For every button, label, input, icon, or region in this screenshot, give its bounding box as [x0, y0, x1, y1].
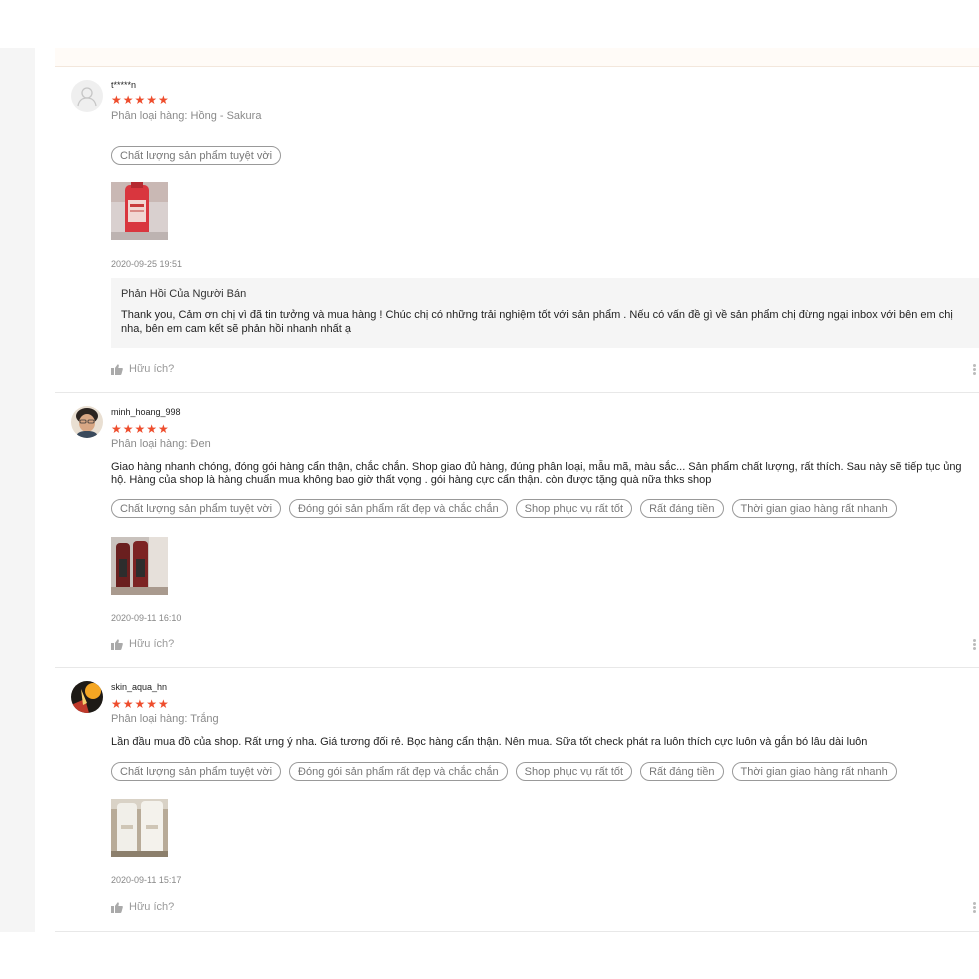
review-item: t*****n ★★★★★ Phân loại hàng: Hồng - Sak…	[55, 67, 979, 393]
review-tag: Thời gian giao hàng rất nhanh	[731, 762, 897, 781]
helpful-label: Hữu ích?	[129, 901, 175, 913]
review-timestamp: 2020-09-11 15:17	[111, 875, 182, 885]
review-timestamp: 2020-09-11 16:10	[111, 613, 182, 623]
helpful-label: Hữu ích?	[129, 363, 175, 375]
review-tag: Shop phục vụ rất tốt	[515, 499, 633, 518]
review-tag: Chất lượng sản phẩm tuyệt vời	[111, 146, 282, 165]
review-photo[interactable]	[111, 799, 168, 857]
review-tag: Rất đáng tiền	[640, 762, 724, 781]
review-username[interactable]: skin_aqua_hn	[111, 682, 167, 692]
review-tag: Thời gian giao hàng rất nhanh	[731, 499, 897, 518]
variation-label: Phân loại hàng: Đen	[111, 438, 211, 450]
review-username[interactable]: minh_hoang_998	[111, 407, 181, 417]
review-item: skin_aqua_hn ★★★★★ Phân loại hàng: Trắng…	[55, 667, 979, 932]
review-tag: Đóng gói sản phẩm rất đẹp và chắc chắn	[289, 499, 508, 518]
review-tag: Shop phục vụ rất tốt	[515, 762, 633, 781]
seller-reply-title: Phản Hồi Của Người Bán	[121, 288, 247, 300]
review-photo[interactable]	[111, 182, 168, 240]
thumbs-up-icon	[111, 901, 123, 913]
avatar[interactable]	[71, 681, 103, 713]
avatar-placeholder-icon[interactable]	[71, 80, 103, 112]
review-comment: Giao hàng nhanh chóng, đóng gói hàng cẩn…	[111, 461, 962, 486]
more-options-icon[interactable]	[973, 901, 979, 914]
review-tags: Chất lượng sản phẩm tuyệt vời Đóng gói s…	[111, 762, 897, 781]
rating-stars: ★★★★★	[111, 697, 170, 711]
variation-label: Phân loại hàng: Hồng - Sakura	[111, 110, 262, 122]
seller-reply: Phản Hồi Của Người Bán Thank you, Cảm ơn…	[111, 278, 979, 348]
review-tag: Rất đáng tiền	[640, 499, 724, 518]
review-timestamp: 2020-09-25 19:51	[111, 259, 183, 269]
review-photo[interactable]	[111, 537, 168, 595]
helpful-button[interactable]: Hữu ích?	[111, 638, 174, 650]
review-item: minh_hoang_998 ★★★★★ Phân loại hàng: Đen…	[55, 392, 979, 668]
previous-section-band	[55, 48, 979, 67]
variation-label: Phân loại hàng: Trắng	[111, 713, 219, 725]
review-tag: Đóng gói sản phẩm rất đẹp và chắc chắn	[289, 762, 508, 781]
helpful-button[interactable]: Hữu ích?	[111, 901, 174, 913]
review-tag: Chất lượng sản phẩm tuyệt vời	[111, 499, 282, 518]
more-options-icon[interactable]	[973, 638, 979, 651]
helpful-button[interactable]: Hữu ích?	[111, 363, 174, 375]
review-username[interactable]: t*****n	[111, 80, 136, 90]
thumbs-up-icon	[111, 363, 123, 375]
review-tag: Chất lượng sản phẩm tuyệt vời	[111, 762, 282, 781]
helpful-label: Hữu ích?	[129, 638, 175, 650]
review-tags: Chất lượng sản phẩm tuyệt vời	[111, 146, 282, 165]
avatar[interactable]	[71, 406, 103, 438]
seller-reply-text: Thank you, Cảm ơn chị vì đã tin tưởng và…	[121, 309, 953, 335]
left-rail	[0, 48, 35, 932]
review-comment: Lần đầu mua đồ của shop. Rất ưng ý nha. …	[111, 736, 868, 748]
thumbs-up-icon	[111, 638, 123, 650]
review-tags: Chất lượng sản phẩm tuyệt vời Đóng gói s…	[111, 499, 897, 518]
more-options-icon[interactable]	[973, 363, 979, 376]
rating-stars: ★★★★★	[111, 93, 170, 107]
rating-stars: ★★★★★	[111, 422, 170, 436]
